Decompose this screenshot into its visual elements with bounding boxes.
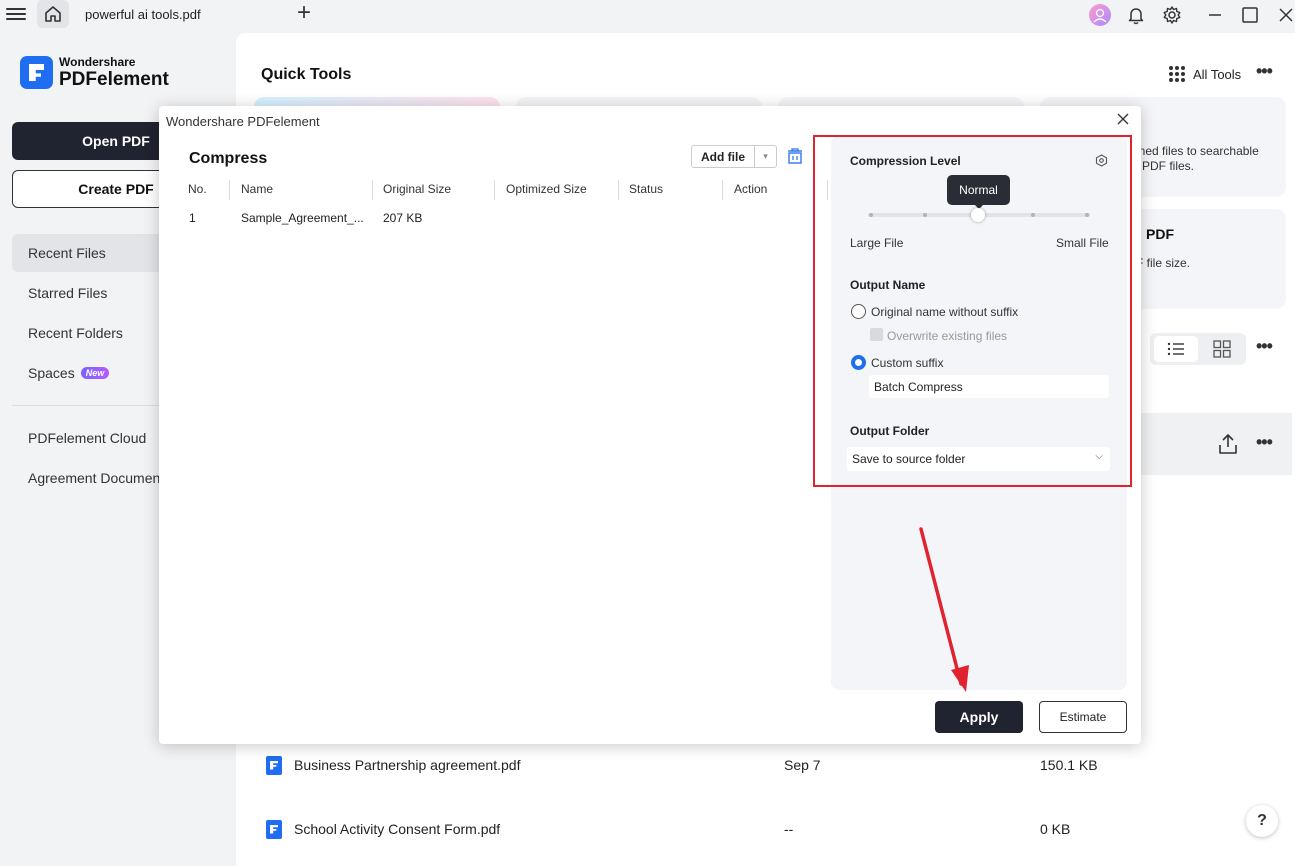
grid-view-icon	[1213, 340, 1231, 358]
column-header-optimized-size: Optimized Size	[506, 182, 587, 196]
dialog-window-title: Wondershare PDFelement	[166, 114, 320, 129]
all-tools-label: All Tools	[1193, 66, 1242, 82]
share-icon[interactable]	[1218, 433, 1238, 455]
logo-brand: Wondershare	[59, 55, 136, 69]
help-button[interactable]: ?	[1246, 805, 1278, 837]
column-divider	[618, 180, 619, 200]
file-name: School Activity Consent Form.pdf	[294, 821, 501, 837]
sidebar-item-label: Recent Files	[28, 245, 106, 261]
estimate-button[interactable]: Estimate	[1039, 701, 1127, 733]
column-divider	[494, 180, 495, 200]
file-row[interactable]: School Activity Consent Form.pdf -- 0 KB	[266, 814, 1266, 844]
user-avatar[interactable]	[1088, 3, 1112, 27]
red-arrow-annotation	[919, 527, 969, 692]
settings-highlight-box	[813, 135, 1132, 487]
column-divider	[229, 180, 230, 200]
card-description: F file size.	[1136, 256, 1191, 270]
column-header-no: No.	[188, 182, 207, 196]
logo-product: PDFelement	[59, 69, 169, 90]
new-badge: New	[80, 367, 110, 379]
home-tab-button[interactable]	[37, 0, 69, 28]
view-toggle	[1150, 333, 1246, 365]
row-number: 1	[189, 211, 196, 225]
apply-button[interactable]: Apply	[935, 701, 1023, 733]
file-name: Business Partnership agreement.pdf	[294, 757, 521, 773]
column-header-action: Action	[734, 182, 768, 196]
file-size: 150.1 KB	[1040, 757, 1098, 773]
all-tools-button[interactable]: All Tools	[1169, 66, 1241, 82]
more-options-icon[interactable]: •••	[1256, 432, 1273, 453]
list-view-button[interactable]	[1154, 336, 1198, 362]
sidebar-item-label: Agreement Documen	[28, 470, 161, 486]
app-logo: Wondershare PDFelement	[20, 56, 169, 89]
dialog-close-icon[interactable]	[1117, 112, 1129, 130]
pdf-file-icon	[266, 819, 282, 839]
pdf-file-icon	[266, 755, 282, 775]
more-options-icon[interactable]: •••	[1256, 336, 1273, 357]
card-title: PDF	[1146, 226, 1174, 242]
quick-tools-title: Quick Tools	[261, 66, 352, 83]
file-size: 0 KB	[1040, 821, 1071, 837]
new-tab-plus-icon[interactable]: +	[297, 1, 311, 25]
column-header-name: Name	[241, 182, 274, 196]
column-header-status: Status	[629, 182, 664, 196]
compress-dialog: Wondershare PDFelement Compress Add file…	[159, 106, 1141, 744]
window-close-icon[interactable]	[1276, 3, 1295, 27]
column-divider	[722, 180, 723, 200]
grid-dots-icon	[1169, 66, 1185, 82]
minimize-icon[interactable]	[1205, 3, 1225, 27]
settings-gear-icon[interactable]	[1161, 3, 1183, 27]
file-row[interactable]: Business Partnership agreement.pdf Sep 7…	[266, 750, 1266, 780]
title-bar: powerful ai tools.pdf +	[0, 0, 1295, 30]
avatar-icon	[1089, 4, 1111, 26]
compress-title: Compress	[189, 150, 268, 167]
add-file-button[interactable]: Add file ▾	[691, 145, 777, 168]
column-header-original-size: Original Size	[383, 182, 452, 196]
hamburger-menu-icon[interactable]	[6, 5, 26, 23]
chevron-down-icon[interactable]: ▾	[755, 146, 776, 167]
file-date: Sep 7	[784, 757, 821, 773]
card-description: e PDF files.	[1132, 159, 1195, 173]
document-tab[interactable]: powerful ai tools.pdf	[85, 7, 201, 22]
maximize-icon[interactable]	[1240, 3, 1260, 27]
sidebar-item-label: Starred Files	[28, 285, 108, 301]
column-divider	[372, 180, 373, 200]
clear-list-icon[interactable]	[787, 148, 803, 164]
row-original-size: 207 KB	[383, 211, 423, 225]
list-view-icon	[1167, 342, 1184, 356]
row-file-name: Sample_Agreement_...	[241, 211, 364, 225]
file-date: --	[784, 821, 794, 837]
pdfelement-logo-icon	[20, 56, 53, 89]
add-file-label: Add file	[692, 146, 755, 167]
notification-bell-icon[interactable]	[1125, 3, 1147, 27]
card-description: nned files to searchable	[1132, 144, 1259, 158]
home-icon	[45, 6, 61, 22]
more-options-icon[interactable]: •••	[1256, 61, 1273, 82]
sidebar-item-label: PDFelement Cloud	[28, 430, 147, 446]
grid-view-button[interactable]	[1204, 336, 1240, 362]
sidebar-item-label: Recent Folders	[28, 325, 123, 341]
sidebar-item-label: Spaces	[28, 365, 75, 381]
